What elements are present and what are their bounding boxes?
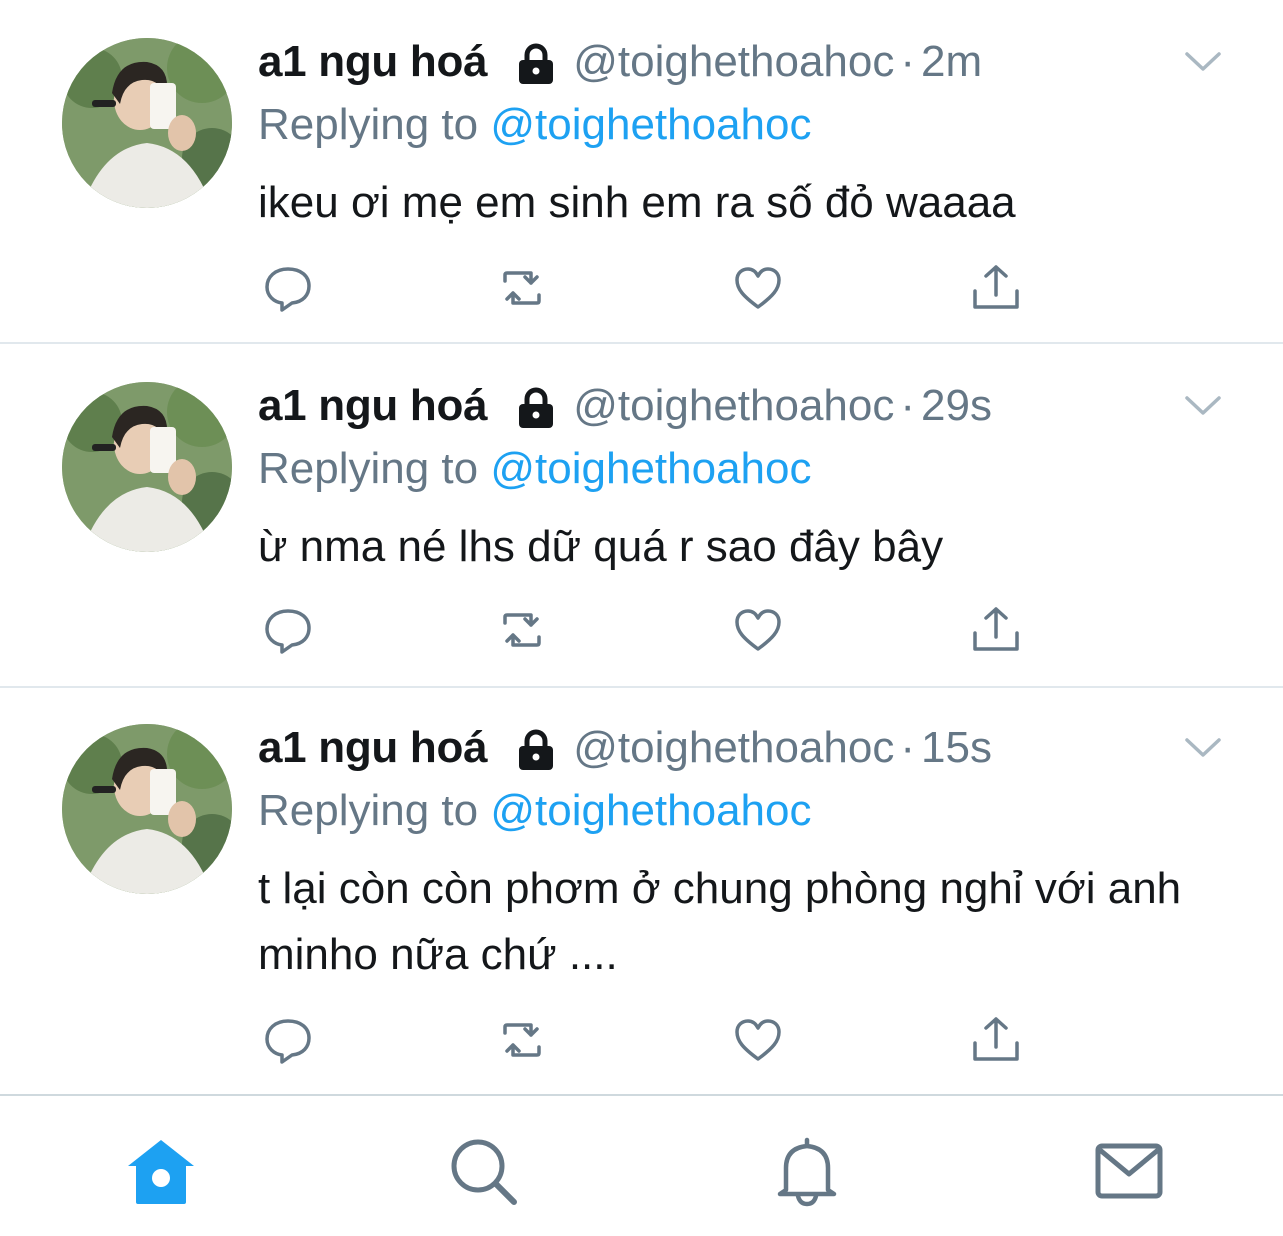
mail-icon [1095, 1143, 1163, 1199]
separator-dot: · [900, 37, 916, 86]
avatar-photo [62, 38, 232, 208]
bottom-tab-bar [0, 1094, 1283, 1236]
reply-icon [265, 1019, 311, 1064]
chevron-down-icon[interactable] [1182, 40, 1224, 82]
avatar[interactable] [62, 382, 232, 552]
timestamp[interactable]: 2m [921, 37, 982, 87]
chevron-down-icon[interactable] [1182, 726, 1224, 768]
lock-icon [513, 727, 559, 773]
tweet-actions [258, 600, 1058, 660]
tweet[interactable]: a1 ngu hoá @toighethoahoc · 2m Replying … [0, 0, 1283, 344]
tab-notifications[interactable] [770, 1134, 844, 1208]
search-icon [451, 1139, 517, 1205]
heart-icon [735, 609, 781, 651]
separator-dot: · [900, 723, 916, 772]
tweet[interactable]: a1 ngu hoá @toighethoahoc · 29s Replying… [0, 344, 1283, 688]
avatar-photo [62, 724, 232, 894]
reply-button[interactable] [258, 1010, 318, 1070]
like-button[interactable] [728, 1010, 788, 1070]
display-name[interactable]: a1 ngu hoá [258, 381, 488, 431]
mention-link[interactable]: @toighethoahoc [490, 786, 811, 835]
share-icon [973, 607, 1019, 651]
timestamp[interactable]: 15s [921, 723, 992, 773]
like-button[interactable] [728, 600, 788, 660]
tab-search[interactable] [446, 1134, 520, 1208]
home-icon [128, 1140, 194, 1204]
share-button[interactable] [966, 1010, 1026, 1070]
replying-to: Replying to @toighethoahoc [258, 786, 812, 836]
replying-to: Replying to @toighethoahoc [258, 444, 812, 494]
avatar[interactable] [62, 38, 232, 208]
retweet-button[interactable] [492, 1010, 552, 1070]
share-icon [973, 265, 1019, 309]
tab-home[interactable] [124, 1134, 198, 1208]
display-name[interactable]: a1 ngu hoá [258, 723, 488, 773]
reply-icon [265, 267, 311, 312]
avatar-photo [62, 382, 232, 552]
replying-prefix: Replying to [258, 100, 479, 149]
replying-prefix: Replying to [258, 786, 479, 835]
lock-icon [513, 385, 559, 431]
handle[interactable]: @toighethoahoc [573, 723, 894, 773]
retweet-icon [503, 613, 541, 647]
tweet-text: ikeu ơi mẹ em sinh em ra số đỏ waaaa [258, 178, 1016, 227]
tweet-header: a1 ngu hoá @toighethoahoc · 29s [258, 376, 992, 436]
retweet-button[interactable] [492, 258, 552, 318]
replying-to: Replying to @toighethoahoc [258, 100, 812, 150]
replying-prefix: Replying to [258, 444, 479, 493]
mention-link[interactable]: @toighethoahoc [490, 100, 811, 149]
retweet-button[interactable] [492, 600, 552, 660]
reply-icon [265, 609, 311, 654]
share-button[interactable] [966, 258, 1026, 318]
mention-link[interactable]: @toighethoahoc [490, 444, 811, 493]
retweet-icon [503, 1023, 541, 1057]
avatar[interactable] [62, 724, 232, 894]
tweet-actions [258, 1010, 1058, 1070]
like-button[interactable] [728, 258, 788, 318]
handle[interactable]: @toighethoahoc [573, 37, 894, 87]
heart-icon [735, 1019, 781, 1061]
tweet-header: a1 ngu hoá @toighethoahoc · 2m [258, 32, 982, 92]
tweet[interactable]: a1 ngu hoá @toighethoahoc · 15s Replying… [0, 688, 1283, 1094]
tweet-actions [258, 258, 1058, 318]
share-icon [973, 1017, 1019, 1061]
tweet-text: ừ nma né lhs dữ quá r sao đây bây [258, 522, 944, 571]
reply-button[interactable] [258, 600, 318, 660]
timestamp[interactable]: 29s [921, 381, 992, 431]
tab-messages[interactable] [1092, 1134, 1166, 1208]
chevron-down-icon[interactable] [1182, 384, 1224, 426]
handle[interactable]: @toighethoahoc [573, 381, 894, 431]
tweet-text: t lại còn còn phơm ở chung phòng nghỉ vớ… [258, 864, 1182, 979]
bell-icon [777, 1137, 837, 1207]
display-name[interactable]: a1 ngu hoá [258, 37, 488, 87]
reply-button[interactable] [258, 258, 318, 318]
share-button[interactable] [966, 600, 1026, 660]
tweet-header: a1 ngu hoá @toighethoahoc · 15s [258, 718, 992, 778]
retweet-icon [503, 271, 541, 305]
separator-dot: · [900, 381, 916, 430]
lock-icon [513, 41, 559, 87]
heart-icon [735, 267, 781, 309]
